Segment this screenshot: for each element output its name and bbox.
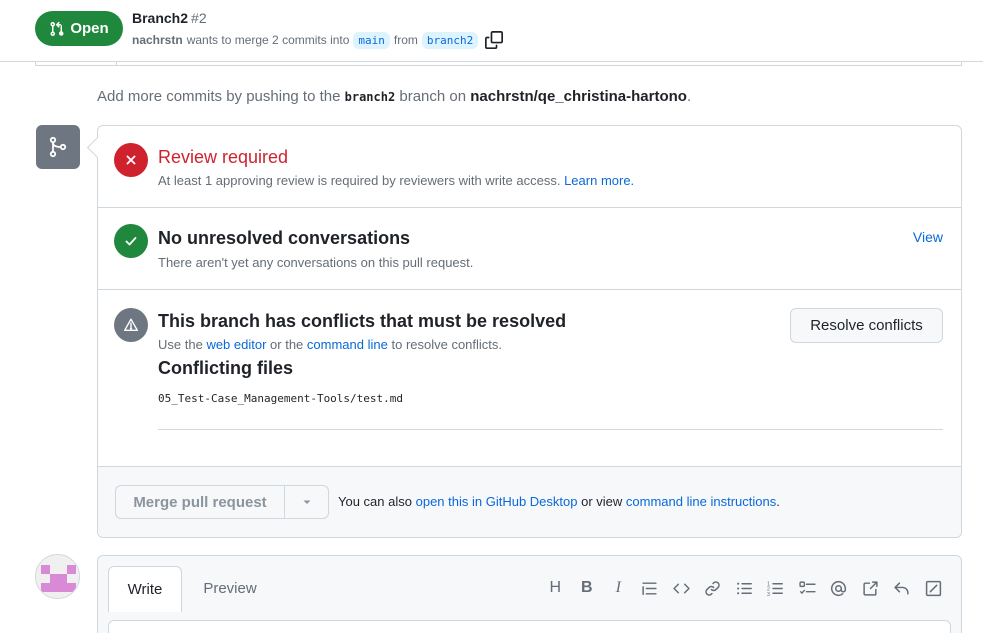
conflicting-files-title: Conflicting files [158,358,293,378]
merge-alternatives-note: You can also open this in GitHub Desktop… [338,494,780,509]
review-failed-indicator [114,143,148,177]
bold-icon[interactable]: B [571,576,603,600]
alert-icon [124,318,138,331]
conversations-ok-indicator [114,224,148,258]
svg-text:3: 3 [767,591,770,596]
fullscreen-icon[interactable] [918,576,950,600]
push-branch-name: branch2 [344,90,396,104]
pr-meta: nachrstn wants to merge 2 commits into m… [132,31,504,49]
learn-more-link[interactable]: Learn more. [564,173,634,188]
merge-button-group: Merge pull request [115,485,329,519]
conversations-section: No unresolved conversations There aren't… [98,208,961,290]
push-note: Add more commits by pushing to the branc… [97,88,692,105]
review-required-section: Review required At least 1 approving rev… [98,126,961,208]
pull-request-icon [50,21,64,36]
resolve-conflicts-button[interactable]: Resolve conflicts [790,308,943,343]
pr-title-text: Branch2 [132,10,189,26]
tab-preview[interactable]: Preview [193,566,267,610]
review-required-title: Review required [158,147,289,167]
state-label: Open [70,20,109,37]
conflicts-desc: Use the web editor or the command line t… [158,337,503,352]
conflicts-indicator [114,308,148,342]
command-line-link[interactable]: command line [307,337,388,352]
comment-textarea[interactable] [108,620,951,633]
conflicting-file-path[interactable]: 05_Test-Case_Management-Tools/test.md [158,392,403,405]
merge-status-icon-box [36,125,80,169]
divider [158,429,943,430]
task-list-icon[interactable] [792,576,824,600]
head-branch-label[interactable]: branch2 [421,31,479,49]
open-state-badge: Open [35,11,123,46]
reply-icon[interactable] [886,576,918,600]
view-conversations-link[interactable]: View [913,229,943,245]
check-icon [125,237,137,246]
copy-icon[interactable] [485,31,504,49]
merge-box: Review required At least 1 approving rev… [97,125,962,538]
cross-reference-icon[interactable] [855,576,887,600]
markdown-toolbar: H B I 123 [540,576,950,600]
identicon-avatar [36,555,79,598]
merge-pull-request-button[interactable]: Merge pull request [116,486,285,518]
conflicts-title: This branch has conflicts that must be r… [158,311,567,331]
mention-icon[interactable] [823,576,855,600]
git-merge-icon [49,136,67,158]
from-text: from [393,33,418,47]
unordered-list-icon[interactable] [729,576,761,600]
github-desktop-link[interactable]: open this in GitHub Desktop [416,494,578,509]
triangle-down-icon [303,500,310,504]
merge-method-dropdown[interactable] [285,486,328,518]
code-icon[interactable] [666,576,698,600]
pr-title: Branch2 #2 [132,10,207,26]
command-line-instructions-link[interactable]: command line instructions [626,494,776,509]
review-required-desc: At least 1 approving review is required … [158,173,635,188]
comment-box: Write Preview H B I 123 [97,555,962,633]
repo-name: nachrstn/qe_christina-hartono [470,88,687,105]
avatar[interactable] [35,554,80,599]
ordered-list-icon[interactable]: 123 [760,576,792,600]
heading-icon[interactable]: H [540,576,572,600]
link-icon[interactable] [697,576,729,600]
timeline-strip [35,62,962,66]
pr-header: Open Branch2 #2 nachrstn wants to merge 2… [0,0,983,62]
x-icon [126,155,136,165]
web-editor-link[interactable]: web editor [206,337,266,352]
quote-icon[interactable] [634,576,666,600]
conversations-desc: There aren't yet any conversations on th… [158,255,474,270]
base-branch-label[interactable]: main [353,31,390,49]
pr-number: #2 [191,10,207,26]
merge-text: wants to merge 2 commits into [186,33,350,47]
author-link[interactable]: nachrstn [132,33,183,47]
conversations-title: No unresolved conversations [158,228,411,248]
italic-icon[interactable]: I [603,576,635,600]
tab-write[interactable]: Write [108,566,182,612]
